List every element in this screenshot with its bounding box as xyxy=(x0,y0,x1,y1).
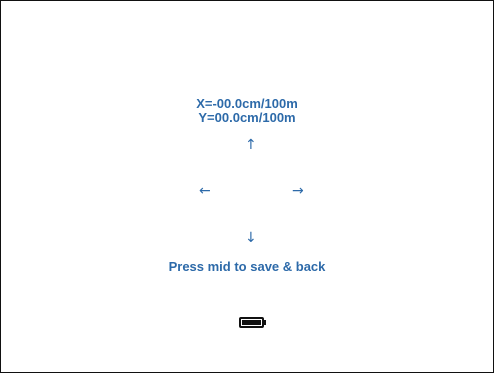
arrow-up-icon[interactable]: ↑ xyxy=(245,138,257,152)
battery-icon xyxy=(239,317,264,328)
y-offset-readout: Y=00.0cm/100m xyxy=(198,110,296,125)
arrow-left-icon[interactable]: ← xyxy=(199,184,211,198)
x-offset-readout: X=-00.0cm/100m xyxy=(196,96,298,111)
save-hint: Press mid to save & back xyxy=(168,259,326,274)
battery-level-fill xyxy=(242,320,261,325)
arrow-down-icon[interactable]: ↓ xyxy=(245,231,257,245)
device-screen: X=-00.0cm/100m Y=00.0cm/100m ↑ ← → ↓ Pre… xyxy=(0,0,494,373)
arrow-right-icon[interactable]: → xyxy=(292,184,304,198)
battery-tip xyxy=(264,320,266,325)
